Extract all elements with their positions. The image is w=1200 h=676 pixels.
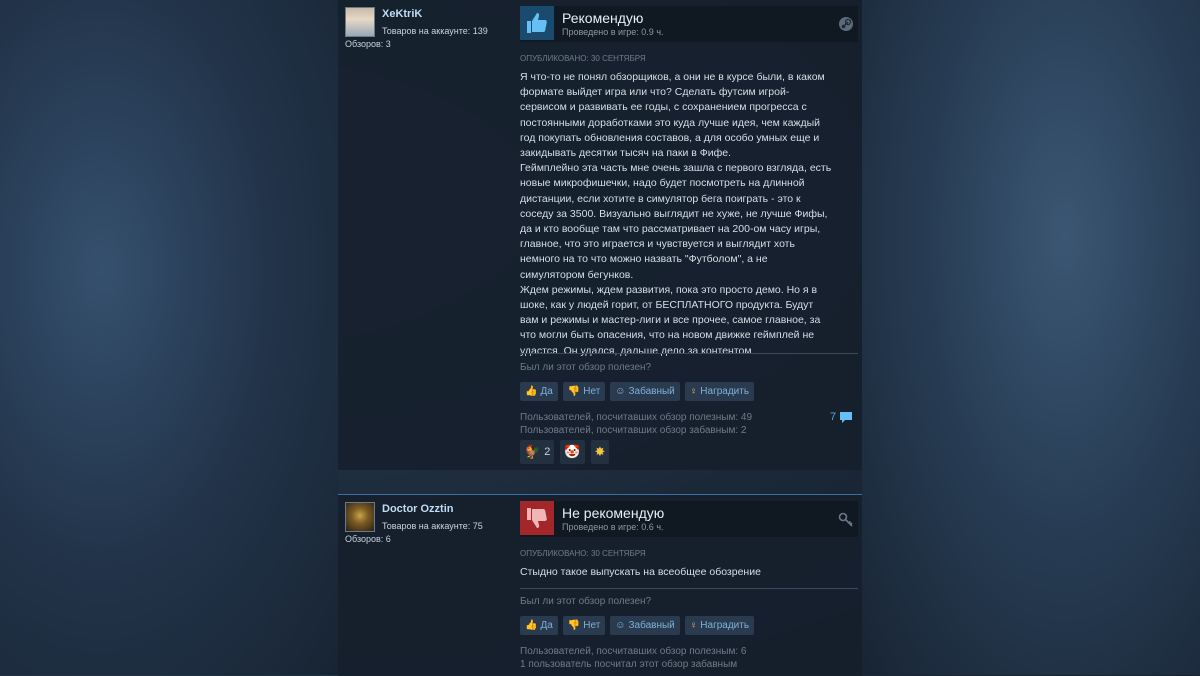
review-stats: Пользователей, посчитавших обзор полезны… [520, 646, 747, 670]
award-button[interactable]: ♀ Наградить [684, 382, 755, 401]
review-card: Doctor Ozztin Товаров на аккаунте: 75 Об… [338, 494, 862, 676]
thumbs-up-icon: 👍 [525, 386, 538, 397]
games-owned[interactable]: Товаров на аккаунте: 75 [382, 521, 483, 531]
author-name[interactable]: XeKtriK [382, 8, 422, 20]
vote-funny-button[interactable]: ☺ Забавный [610, 616, 680, 635]
thumbs-down-icon [520, 501, 554, 535]
thumbs-up-icon [520, 6, 554, 40]
vote-funny-button[interactable]: ☺ Забавный [610, 382, 680, 401]
award-button[interactable]: ♀ Наградить [684, 616, 755, 635]
thumbs-up-icon: 👍 [525, 620, 538, 631]
review-header[interactable]: Не рекомендую Проведено в игре: 0.6 ч. [520, 501, 858, 537]
background-right [862, 0, 1200, 675]
posted-date: ОПУБЛИКОВАНО: 30 СЕНТЯБРЯ [520, 54, 646, 63]
comments-link[interactable]: 7 [830, 411, 853, 424]
review-card: XeKtriK Товаров на аккаунте: 139 Обзоров… [338, 0, 862, 470]
key-icon [838, 511, 854, 530]
comment-bubble-icon [839, 411, 853, 424]
vote-buttons: 👍 Да 👎 Нет ☺ Забавный ♀ Наградить [520, 382, 755, 401]
rooster-icon: 🐓 [524, 444, 541, 459]
avatar[interactable] [345, 502, 375, 532]
review-verdict: Не рекомендую [562, 505, 665, 521]
thumbs-down-icon: 👎 [567, 386, 581, 397]
thumbs-down-icon: 👎 [567, 620, 581, 631]
steam-icon [838, 16, 854, 35]
divider [520, 588, 858, 589]
award-icon: ♀ [689, 386, 698, 397]
background-left [0, 0, 338, 675]
posted-date: ОПУБЛИКОВАНО: 30 СЕНТЯБРЯ [520, 549, 646, 558]
award-icon: ♀ [689, 620, 698, 631]
vote-yes-button[interactable]: 👍 Да [520, 616, 558, 635]
award-sparkle[interactable]: ✸ [590, 440, 610, 464]
award-clown[interactable]: 🤡 [560, 440, 585, 464]
review-header[interactable]: Рекомендую Проведено в игре: 0.9 ч. [520, 6, 858, 42]
helpful-question: Был ли этот обзор полезен? [520, 596, 652, 607]
helpful-question: Был ли этот обзор полезен? [520, 362, 652, 373]
avatar[interactable] [345, 7, 375, 37]
smiley-icon: ☺ [615, 386, 626, 397]
vote-no-button[interactable]: 👎 Нет [562, 382, 606, 401]
vote-no-button[interactable]: 👎 Нет [562, 616, 606, 635]
review-text: Стыдно такое выпускать на всеобщее обозр… [520, 566, 761, 578]
review-verdict: Рекомендую [562, 10, 644, 26]
sparkle-icon: ✸ [594, 444, 606, 459]
divider [520, 353, 858, 354]
vote-yes-button[interactable]: 👍 Да [520, 382, 558, 401]
review-stats: Пользователей, посчитавших обзор полезны… [520, 412, 753, 436]
award-rooster[interactable]: 🐓 2 [520, 440, 555, 464]
games-owned[interactable]: Товаров на аккаунте: 139 [382, 26, 488, 36]
smiley-icon: ☺ [615, 620, 626, 631]
author-name[interactable]: Doctor Ozztin [382, 503, 454, 515]
review-count[interactable]: Обзоров: 3 [345, 39, 391, 49]
review-count[interactable]: Обзоров: 6 [345, 534, 391, 544]
hours-played: Проведено в игре: 0.9 ч. [562, 27, 664, 37]
hours-played: Проведено в игре: 0.6 ч. [562, 522, 664, 532]
awards-row: 🐓 2 🤡 ✸ [520, 440, 610, 464]
vote-buttons: 👍 Да 👎 Нет ☺ Забавный ♀ Наградить [520, 616, 755, 635]
review-text: Я что-то не понял обзорщиков, а они не в… [520, 71, 832, 357]
clown-icon: 🤡 [564, 444, 581, 459]
